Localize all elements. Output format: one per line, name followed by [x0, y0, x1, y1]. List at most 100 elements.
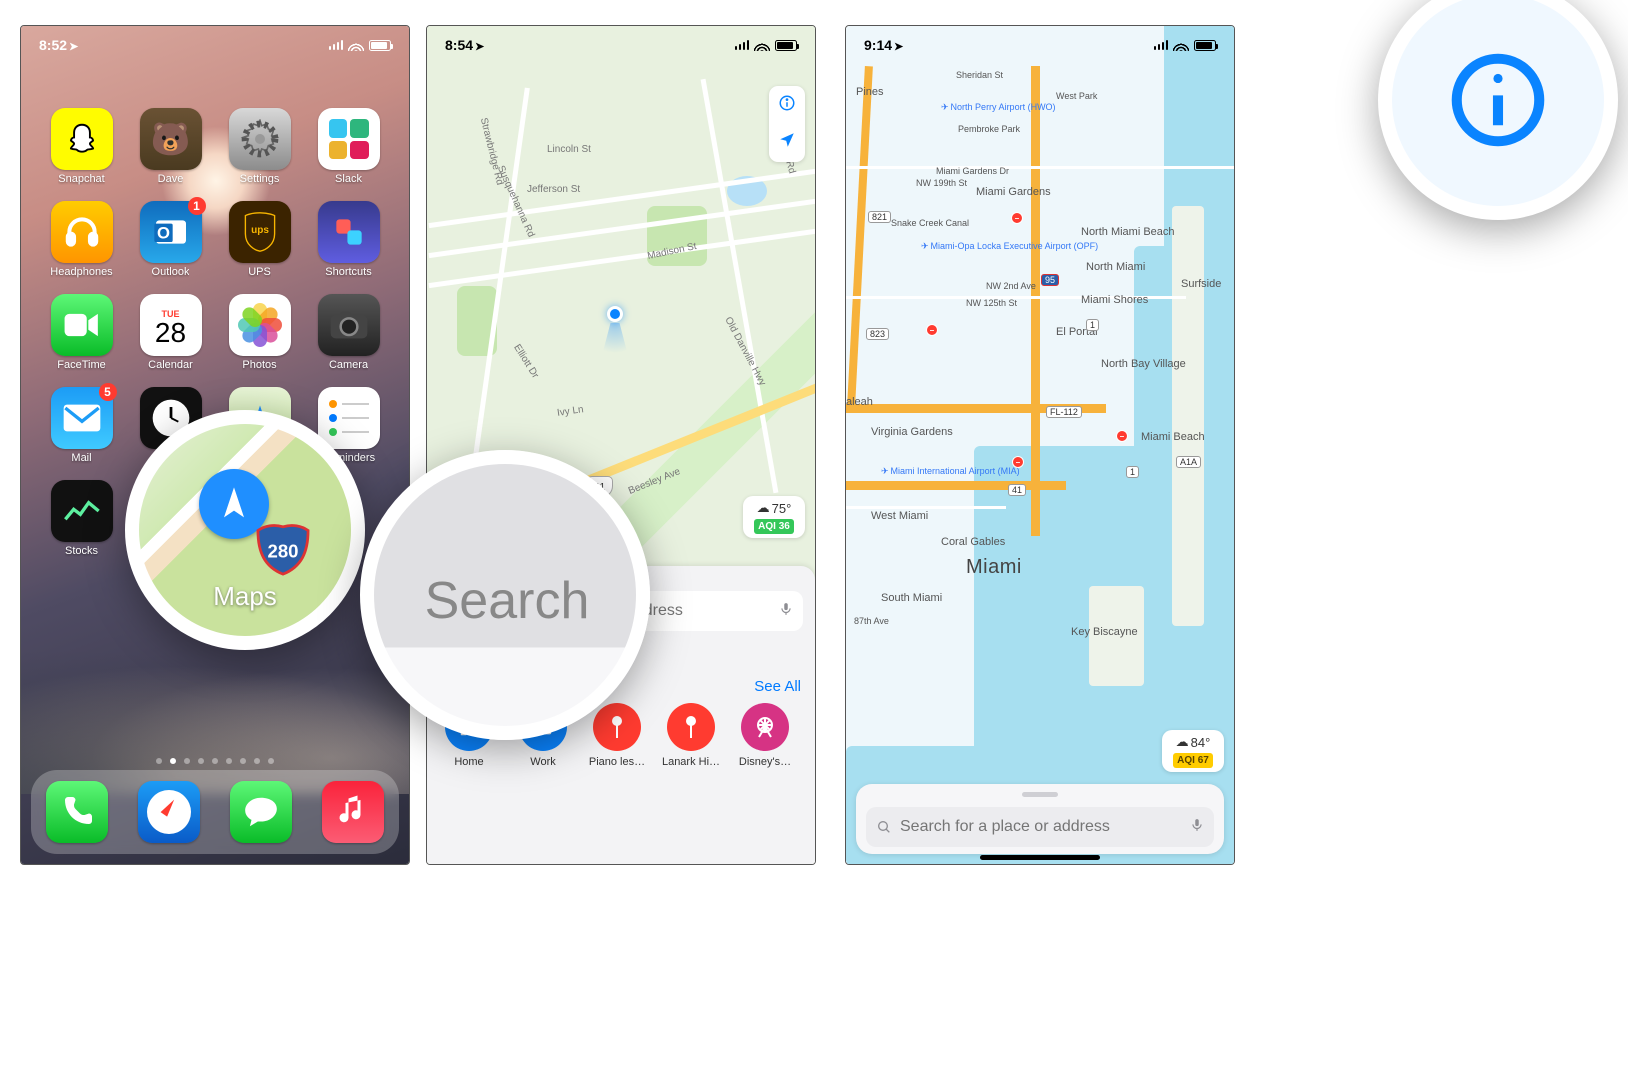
app-facetime[interactable]: FaceTime	[37, 294, 126, 371]
app-label: Settings	[240, 173, 280, 185]
favorite-label: Home	[454, 756, 483, 768]
status-bar: 8:52➤	[39, 34, 391, 56]
headphones-icon[interactable]	[51, 201, 113, 263]
airport-label[interactable]: ✈North Perry Airport (HWO)	[941, 102, 1056, 113]
status-time: 8:52➤	[39, 37, 78, 53]
location-arrow-icon: ➤	[894, 41, 903, 53]
home-indicator[interactable]	[980, 855, 1100, 860]
app-calendar[interactable]: TUE28Calendar	[126, 294, 215, 371]
city-label: Coral Gables	[941, 536, 1005, 548]
status-bar: 8:54➤	[445, 34, 797, 56]
battery-icon	[775, 40, 797, 51]
page-indicator[interactable]	[21, 758, 409, 764]
dock-messages[interactable]	[230, 781, 292, 843]
app-stocks[interactable]: Stocks	[37, 480, 126, 557]
page-dot[interactable]	[268, 758, 274, 764]
app-camera[interactable]: Camera	[304, 294, 393, 371]
mail-icon[interactable]: 5	[51, 387, 113, 449]
street-label: Pembroke Park	[958, 124, 1020, 134]
app-shortcuts[interactable]: Shortcuts	[304, 201, 393, 278]
app-photos[interactable]: Photos	[215, 294, 304, 371]
favorite-pianoles[interactable]: Piano les…	[587, 703, 647, 768]
dave-icon[interactable]: 🐻	[140, 108, 202, 170]
page-dot[interactable]	[170, 758, 176, 764]
shortcuts-icon[interactable]	[318, 201, 380, 263]
settings-icon[interactable]	[229, 108, 291, 170]
reminders-icon[interactable]	[318, 387, 380, 449]
calendar-icon[interactable]: TUE28	[140, 294, 202, 356]
map-highway	[846, 481, 1066, 490]
snapchat-icon[interactable]	[51, 108, 113, 170]
map-highway	[1031, 66, 1040, 536]
location-arrow-icon: ➤	[69, 41, 78, 53]
app-slack[interactable]: Slack	[304, 108, 393, 185]
street-label: Beesley Ave	[627, 466, 682, 497]
microphone-icon[interactable]	[1190, 816, 1204, 839]
page-dot[interactable]	[198, 758, 204, 764]
road-closure-icon[interactable]: –	[1012, 456, 1024, 468]
badge: 5	[99, 383, 117, 401]
weather-chip[interactable]: ☁75° AQI 36	[743, 496, 805, 538]
dock-safari[interactable]	[138, 781, 200, 843]
aqi-badge: AQI 67	[1173, 753, 1213, 768]
search-bar[interactable]	[866, 807, 1214, 847]
app-label: Stocks	[65, 545, 98, 557]
page-dot[interactable]	[226, 758, 232, 764]
app-mail[interactable]: 5 Mail	[37, 387, 126, 464]
weather-chip[interactable]: ☁84° AQI 67	[1162, 730, 1224, 772]
page-dot[interactable]	[184, 758, 190, 764]
favorite-lanarkhi[interactable]: Lanark Hi…	[661, 703, 721, 768]
location-arrow-icon: ➤	[475, 41, 484, 53]
app-headphones[interactable]: Headphones	[37, 201, 126, 278]
app-label: Mail	[71, 452, 91, 464]
app-label: Dave	[158, 173, 184, 185]
route-shield: 41	[1008, 484, 1026, 496]
app-dave[interactable]: 🐻 Dave	[126, 108, 215, 185]
photos-icon[interactable]	[229, 294, 291, 356]
street-label: Jefferson St	[527, 184, 580, 195]
street-label: 87th Ave	[854, 616, 889, 626]
road-closure-icon[interactable]: –	[1011, 212, 1023, 224]
microphone-icon[interactable]	[779, 600, 793, 623]
slack-icon[interactable]	[318, 108, 380, 170]
app-outlook[interactable]: O1Outlook	[126, 201, 215, 278]
map-road	[429, 229, 816, 288]
app-ups[interactable]: upsUPS	[215, 201, 304, 278]
camera-icon[interactable]	[318, 294, 380, 356]
page-dot[interactable]	[156, 758, 162, 764]
locate-button[interactable]	[778, 131, 796, 154]
status-icons	[735, 39, 798, 51]
app-label: Headphones	[50, 266, 112, 278]
search-input[interactable]	[900, 818, 1182, 836]
road-closure-icon[interactable]: –	[926, 324, 938, 336]
sheet-grabber[interactable]	[1022, 792, 1058, 797]
airport-label[interactable]: ✈Miami International Airport (MIA)	[881, 466, 1020, 477]
road-closure-icon[interactable]: –	[1116, 430, 1128, 442]
dock-phone[interactable]	[46, 781, 108, 843]
app-settings[interactable]: Settings	[215, 108, 304, 185]
app-snapchat[interactable]: Snapchat	[37, 108, 126, 185]
info-button[interactable]	[778, 94, 796, 117]
map-road	[429, 199, 816, 258]
badge: 1	[188, 197, 206, 215]
street-label: Elliott Dr	[511, 343, 540, 381]
page-dot[interactable]	[212, 758, 218, 764]
dock	[31, 770, 399, 854]
street-label: Ivy Ln	[556, 404, 584, 419]
svg-text:280: 280	[268, 540, 299, 561]
page-dot[interactable]	[240, 758, 246, 764]
city-label: Pines	[856, 86, 884, 98]
see-all-button[interactable]: See All	[754, 678, 801, 695]
stocks-icon[interactable]	[51, 480, 113, 542]
dock-music[interactable]	[322, 781, 384, 843]
ups-icon[interactable]: ups	[229, 201, 291, 263]
facetime-icon[interactable]	[51, 294, 113, 356]
map-land	[1172, 206, 1204, 626]
page-dot[interactable]	[254, 758, 260, 764]
search-sheet-collapsed[interactable]	[856, 784, 1224, 854]
airport-label[interactable]: ✈Miami-Opa Locka Executive Airport (OPF)	[921, 241, 1098, 252]
favorite-disneys[interactable]: Disney's…	[735, 703, 795, 768]
street-label: West Park	[1056, 91, 1097, 101]
favorite-label: Piano les…	[589, 756, 645, 768]
outlook-icon[interactable]: O1	[140, 201, 202, 263]
